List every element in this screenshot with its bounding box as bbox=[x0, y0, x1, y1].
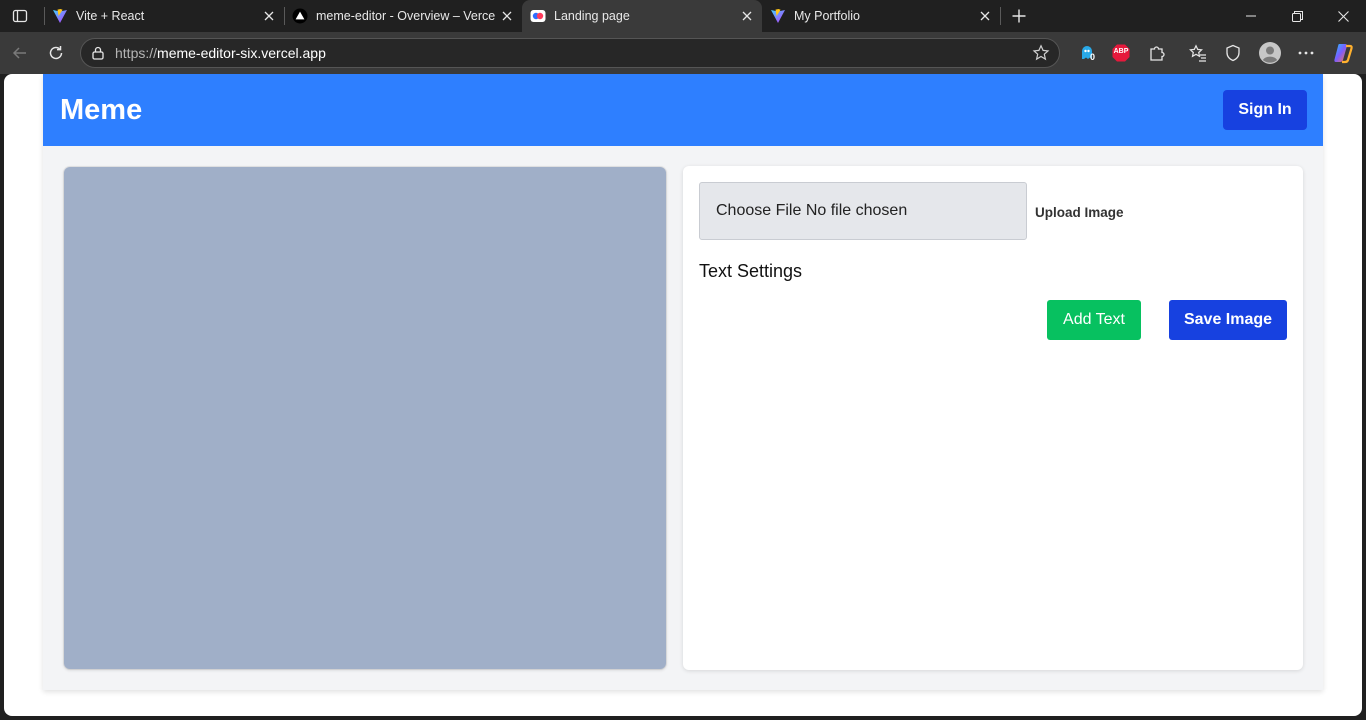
meme-canvas[interactable] bbox=[64, 167, 666, 669]
url-host: meme-editor-six.vercel.app bbox=[157, 45, 326, 61]
text-settings-heading: Text Settings bbox=[699, 261, 803, 281]
tab-title: Vite + React bbox=[76, 9, 145, 23]
tab-close-icon[interactable] bbox=[258, 5, 280, 27]
extension-badge: 0 bbox=[1090, 52, 1096, 62]
plus-icon bbox=[1012, 9, 1026, 23]
avatar bbox=[1259, 42, 1281, 64]
close-icon bbox=[1337, 10, 1349, 22]
reload-button[interactable] bbox=[42, 39, 70, 67]
tab-my-portfolio[interactable]: My Portfolio bbox=[762, 0, 1000, 32]
lock-icon bbox=[90, 45, 106, 61]
extension-tracker-button[interactable]: 0 bbox=[1076, 41, 1100, 65]
close-window-button[interactable] bbox=[1320, 0, 1366, 32]
tab-title: meme-editor - Overview – Vercel bbox=[316, 9, 496, 23]
extensions-button[interactable] bbox=[1145, 41, 1169, 65]
page-viewport: Meme Sign In Choose File No file chosen … bbox=[4, 74, 1362, 716]
file-input[interactable]: Choose File No file chosen bbox=[699, 182, 1027, 240]
vite-icon bbox=[770, 8, 786, 24]
browser-toolbar: https://meme-editor-six.vercel.app 0 ABP bbox=[0, 32, 1366, 95]
landing-icon bbox=[530, 8, 546, 24]
copilot-button[interactable] bbox=[1331, 41, 1355, 65]
tab-title: Landing page bbox=[554, 9, 630, 23]
tab-divider bbox=[1000, 7, 1001, 25]
sidebar-toggle-icon bbox=[12, 9, 28, 23]
tab-close-icon[interactable] bbox=[974, 5, 996, 27]
browser-essentials-button[interactable] bbox=[1221, 41, 1245, 65]
shield-icon bbox=[1226, 44, 1240, 62]
add-text-button[interactable]: Add Text bbox=[1047, 300, 1141, 340]
profile-button[interactable] bbox=[1258, 41, 1282, 65]
sign-in-button[interactable]: Sign In bbox=[1223, 90, 1307, 130]
url-text: https://meme-editor-six.vercel.app bbox=[115, 45, 1031, 61]
tab-vite-react[interactable]: Vite + React bbox=[44, 0, 284, 32]
puzzle-icon bbox=[1150, 46, 1165, 61]
address-bar[interactable]: https://meme-editor-six.vercel.app bbox=[80, 38, 1060, 68]
vite-icon bbox=[52, 8, 68, 24]
save-image-button[interactable]: Save Image bbox=[1169, 300, 1287, 340]
copilot-icon bbox=[1334, 44, 1353, 64]
adblock-label: ABP bbox=[1113, 48, 1129, 55]
favorites-button[interactable] bbox=[1186, 41, 1210, 65]
tab-landing-page[interactable]: Landing page bbox=[522, 0, 762, 32]
restore-icon bbox=[1291, 10, 1303, 22]
reload-icon bbox=[49, 46, 63, 60]
minimize-icon bbox=[1246, 15, 1256, 17]
new-tab-button[interactable] bbox=[1007, 4, 1031, 28]
more-dots-icon bbox=[1298, 51, 1314, 55]
tab-title: My Portfolio bbox=[794, 9, 860, 23]
vercel-icon bbox=[292, 8, 308, 24]
restore-button[interactable] bbox=[1274, 0, 1320, 32]
favorite-star-icon[interactable] bbox=[1031, 43, 1051, 63]
meme-app: Meme Sign In Choose File No file chosen … bbox=[43, 74, 1323, 690]
brand-title: Meme bbox=[60, 94, 143, 126]
tab-strip: Vite + React meme-editor - Overview – Ve… bbox=[0, 0, 1366, 32]
tab-close-icon[interactable] bbox=[496, 5, 518, 27]
back-button[interactable] bbox=[6, 39, 34, 67]
adblock-button[interactable]: ABP bbox=[1109, 41, 1133, 65]
back-arrow-icon bbox=[12, 47, 26, 59]
tab-close-icon[interactable] bbox=[736, 5, 758, 27]
app-header: Meme Sign In bbox=[43, 74, 1323, 146]
url-scheme: https:// bbox=[115, 45, 158, 61]
tab-vercel[interactable]: meme-editor - Overview – Vercel bbox=[284, 0, 522, 32]
settings-more-button[interactable] bbox=[1294, 41, 1318, 65]
upload-image-label: Upload Image bbox=[1035, 205, 1124, 220]
minimize-button[interactable] bbox=[1228, 0, 1274, 32]
favorites-list-icon bbox=[1189, 44, 1206, 62]
editor-panel: Choose File No file chosen Upload Image … bbox=[683, 166, 1303, 670]
tab-actions-button[interactable] bbox=[6, 4, 34, 28]
